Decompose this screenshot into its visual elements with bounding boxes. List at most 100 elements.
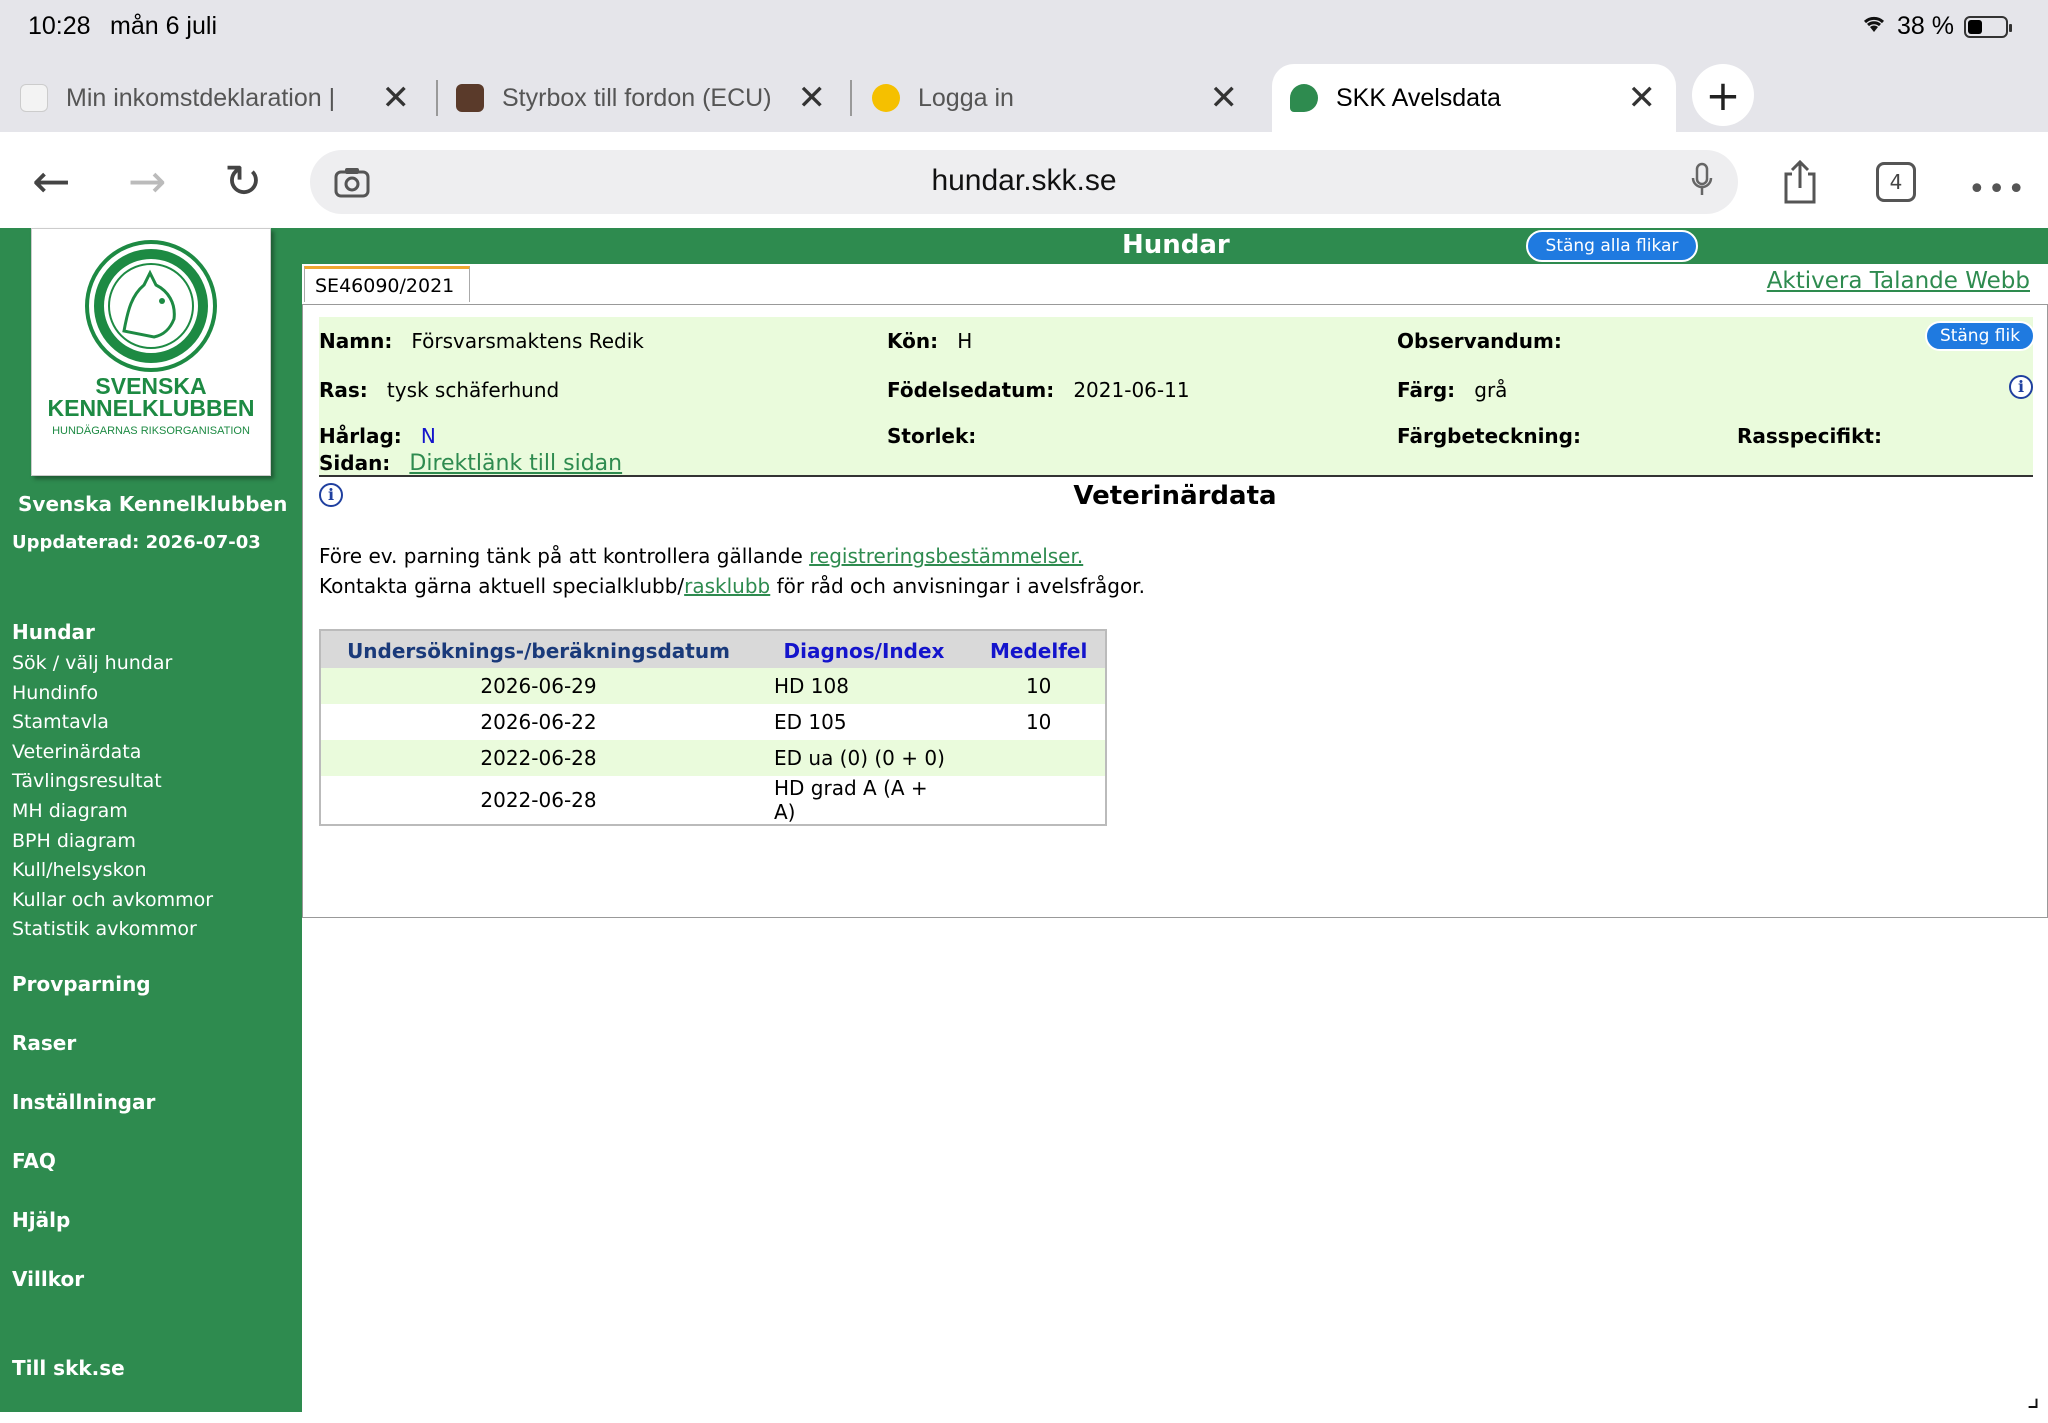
dog-info-box: Namn: Försvarsmaktens Redik Kön: H Obser… [319,317,2035,477]
table-row: 2026-06-29 HD 108 10 [320,668,1107,704]
table-row: 2022-06-28 HD grad A (A + A) [320,776,1106,825]
battery-percent: 38 % [1897,12,1954,40]
table-row: 2026-06-22 ED 105 10 [320,704,1106,740]
sidebar-item-villkor[interactable]: Villkor [12,1267,84,1291]
row-date: 2022-06-28 [320,740,756,776]
battery-icon [1964,15,2012,38]
breed-label: Ras: [319,378,368,402]
close-tab-icon[interactable]: ✕ [1210,78,1239,118]
sidebar-nav: Hundar Sök / välj hundar Hundinfo Stamta… [12,620,213,948]
browser-tab-title: Logga in [918,83,1014,112]
sidebar-item-installningar[interactable]: Inställningar [12,1090,155,1114]
skk-logo[interactable]: SVENSKA KENNELKLUBBEN HUNDÄGARNAS RIKSOR… [31,228,271,476]
sidebar-item-hundinfo[interactable]: Hundinfo [12,682,213,712]
row-error [972,776,1106,825]
dog-birth-date: 2021-06-11 [1073,378,1190,402]
birth-label: Födelsedatum: [887,378,1055,402]
new-tab-button[interactable]: + [1692,64,1754,126]
registration-rules-link[interactable]: registreringsbestämmelser. [809,544,1083,568]
column-date[interactable]: Undersöknings-/beräkningsdatum [320,630,756,668]
skk-favicon-icon [1290,84,1318,112]
reload-icon[interactable]: ↻ [224,154,263,208]
row-diagnosis: HD grad A (A + A) [774,776,928,824]
logo-subtitle: HUNDÄGARNAS RIKSORGANISATION [52,425,250,437]
sidebar-item-raser[interactable]: Raser [12,1031,76,1055]
back-icon[interactable]: ← [32,154,71,208]
color-label: Färg: [1397,378,1456,402]
tab-divider [850,80,852,116]
sidebar-item-skk-se[interactable]: Till skk.se [12,1356,125,1380]
column-diagnosis[interactable]: Diagnos/Index [756,630,972,668]
browser-toolbar: ← → ↻ hundar.skk.se 4 ••• [0,132,2048,228]
page-label: Sidan: [319,451,391,475]
updated-date: Uppdaterad: 2026-07-03 [12,532,261,553]
note-2-text: Kontakta gärna aktuell specialklubb/ [319,574,685,598]
tab-overview-button[interactable]: 4 [1876,162,1916,202]
sidebar-item-statistik[interactable]: Statistik avkommor [12,918,213,948]
sex-label: Kön: [887,329,939,353]
sidebar-item-faq[interactable]: FAQ [12,1149,56,1173]
browser-tab-active[interactable]: SKK Avelsdata ✕ [1272,64,1676,132]
sidebar-item-hjalp[interactable]: Hjälp [12,1208,70,1232]
url-text: hundar.skk.se [931,164,1117,197]
status-time: 10:28 [28,12,91,40]
direct-link[interactable]: Direktlänk till sidan [409,451,622,476]
chip-favicon-icon [456,84,484,112]
close-all-tabs-button[interactable]: Stäng alla flikar [1526,230,1698,262]
browser-tab-title: Min inkomstdeklaration | [66,83,336,112]
resize-handle-icon[interactable]: ⌟ [2027,1380,2040,1413]
address-bar[interactable]: hundar.skk.se [310,150,1738,214]
coat-label: Hårlag: [319,424,402,448]
color-marking-label: Färgbeteckning: [1397,424,1581,448]
status-bar: 10:28 mån 6 juli 38 % [0,0,2048,56]
browser-tab-2[interactable]: Styrbox till fordon (ECU) ✕ [456,64,846,132]
table-row: 2022-06-28 ED ua (0) (0 + 0) [320,740,1107,776]
sidebar-item-kull[interactable]: Kull/helsyskon [12,859,213,889]
section-title: Hundar [1122,230,1230,260]
row-date: 2026-06-29 [320,668,756,704]
wifi-icon [1861,12,1887,41]
sidebar-item-kullar[interactable]: Kullar och avkommor [12,889,213,919]
sidebar-item-provparning[interactable]: Provparning [12,972,151,996]
browser-tab-3[interactable]: Logga in ✕ [872,64,1258,132]
sidebar-item-tavlingsresultat[interactable]: Tävlingsresultat [12,770,213,800]
sidebar-item-stamtavla[interactable]: Stamtavla [12,711,213,741]
sidebar-item-veterinardata[interactable]: Veterinärdata [12,741,213,771]
row-error: 10 [972,668,1107,704]
close-tab-icon[interactable]: ✕ [382,78,411,118]
dog-tab[interactable]: SE46090/2021 [304,266,470,302]
observandum-label: Observandum: [1397,329,1562,353]
status-date: mån 6 juli [110,12,217,40]
activate-speech-link[interactable]: Aktivera Talande Webb [1767,268,2030,294]
note-2-suffix: för råd och anvisningar i avelsfrågor. [770,574,1145,598]
breed-specific-label: Rasspecifikt: [1737,424,1882,448]
table-header: Undersöknings-/beräkningsdatum Diagnos/I… [320,630,1107,668]
logo-line-2: KENNELKLUBBEN [47,395,255,421]
vet-notes: Före ev. parning tänk på att kontrollera… [319,541,1145,601]
close-tab-icon[interactable]: ✕ [798,78,827,118]
name-label: Namn: [319,329,393,353]
close-tab-button[interactable]: Stäng flik [1925,321,2035,351]
tab-divider [436,80,438,116]
microphone-icon[interactable] [1690,162,1714,206]
browser-tab-1[interactable]: Min inkomstdeklaration | ✕ [20,64,430,132]
share-icon[interactable] [1780,158,1820,210]
forward-icon[interactable]: → [128,154,167,208]
column-error[interactable]: Medelfel [972,630,1107,668]
browser-tab-title: Styrbox till fordon (ECU) [502,83,772,112]
sidebar-item-sok[interactable]: Sök / välj hundar [12,652,213,682]
vet-table: Undersöknings-/beräkningsdatum Diagnos/I… [319,629,1108,826]
close-tab-icon[interactable]: ✕ [1628,78,1657,118]
row-error: 10 [1025,710,1052,734]
row-date: 2022-06-28 [480,788,597,812]
sidebar-item-bph-diagram[interactable]: BPH diagram [12,830,213,860]
login-favicon-icon [872,84,900,112]
browser-tab-title: SKK Avelsdata [1336,83,1501,112]
more-options-icon[interactable]: ••• [1968,172,2027,207]
breed-club-link[interactable]: rasklubb [684,574,770,598]
sidebar-item-mh-diagram[interactable]: MH diagram [12,800,213,830]
sidebar-heading-hundar[interactable]: Hundar [12,620,213,652]
vet-title: Veterinärdata [1073,481,1277,511]
row-diagnosis: ED ua (0) (0 + 0) [756,740,972,776]
info-icon[interactable]: i [2009,375,2033,399]
